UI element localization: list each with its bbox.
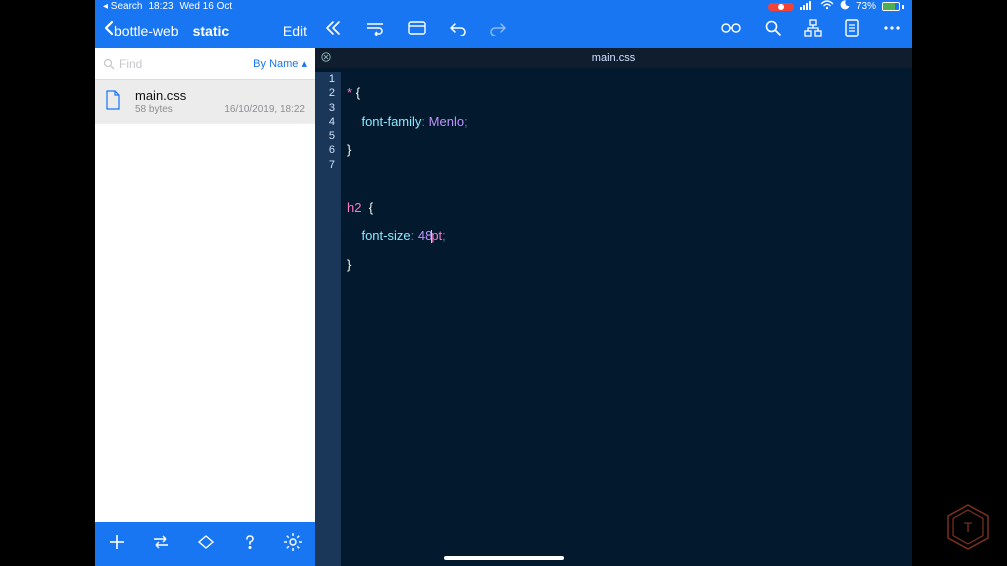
ios-status-bar: ◂ Search 18:23 Wed 16 Oct 73% xyxy=(95,0,912,13)
find-placeholder: Find xyxy=(119,57,142,71)
help-button[interactable] xyxy=(240,532,260,557)
status-date: Wed 16 Oct xyxy=(180,1,233,12)
sidebar-footer xyxy=(95,522,315,566)
search-button[interactable] xyxy=(764,19,782,42)
wifi-icon xyxy=(820,0,834,13)
tab-title[interactable]: main.css xyxy=(592,52,635,64)
line-gutter: 1 2 3 4 5 6 7 xyxy=(315,72,341,566)
status-time: 18:23 xyxy=(148,1,173,12)
back-label: bottle-web xyxy=(114,23,179,39)
dnd-moon-icon xyxy=(840,0,850,13)
file-name: main.css xyxy=(135,88,305,103)
svg-text:T: T xyxy=(964,519,973,535)
battery-icon xyxy=(882,2,904,11)
file-list[interactable]: main.css 58 bytes 16/10/2019, 18:22 xyxy=(95,80,315,522)
edit-button[interactable]: Edit xyxy=(283,23,307,39)
document-button[interactable] xyxy=(844,19,860,42)
file-item[interactable]: main.css 58 bytes 16/10/2019, 18:22 xyxy=(95,80,315,124)
file-size: 58 bytes xyxy=(135,104,173,115)
back-button[interactable]: bottle-web xyxy=(103,20,179,41)
word-wrap-button[interactable] xyxy=(365,20,385,41)
code-content[interactable]: * { font-family: Menlo; } h2 { font-size… xyxy=(341,72,912,566)
search-icon xyxy=(103,58,115,70)
collapse-sidebar-button[interactable] xyxy=(325,20,343,41)
more-button[interactable] xyxy=(882,20,902,41)
structure-button[interactable] xyxy=(804,19,822,42)
battery-percent: 73% xyxy=(856,1,876,12)
tag-button[interactable] xyxy=(196,532,216,557)
tab-bar: main.css xyxy=(315,48,912,68)
cellular-icon xyxy=(800,0,814,13)
code-editor[interactable]: 1 2 3 4 5 6 7 * { font-family: Menlo; } … xyxy=(315,68,912,566)
file-icon xyxy=(105,88,125,115)
recording-indicator[interactable] xyxy=(768,3,794,11)
back-to-app[interactable]: ◂ Search xyxy=(103,1,142,12)
preview-button[interactable] xyxy=(407,20,427,41)
find-input[interactable]: Find xyxy=(103,57,247,71)
sort-button[interactable]: By Name ▴ xyxy=(253,57,307,70)
editor-toolbar xyxy=(315,13,912,48)
tab-close-button[interactable] xyxy=(315,52,337,65)
filter-bar: Find By Name ▴ xyxy=(95,48,315,80)
undo-button[interactable] xyxy=(449,20,467,41)
home-indicator[interactable] xyxy=(444,556,564,560)
add-button[interactable] xyxy=(107,532,127,557)
redo-button[interactable] xyxy=(489,20,507,41)
settings-button[interactable] xyxy=(283,532,303,557)
watermark-logo: T xyxy=(943,502,993,552)
editor-pane: main.css 1 2 3 4 5 6 7 * { font-family: … xyxy=(315,13,912,566)
folder-title: static xyxy=(193,23,230,39)
transfer-button[interactable] xyxy=(150,532,172,557)
file-date: 16/10/2019, 18:22 xyxy=(224,104,305,115)
file-browser-sidebar: bottle-web static Edit Find By Name ▴ xyxy=(95,13,315,566)
read-mode-button[interactable] xyxy=(720,21,742,40)
sidebar-header: bottle-web static Edit xyxy=(95,13,315,48)
